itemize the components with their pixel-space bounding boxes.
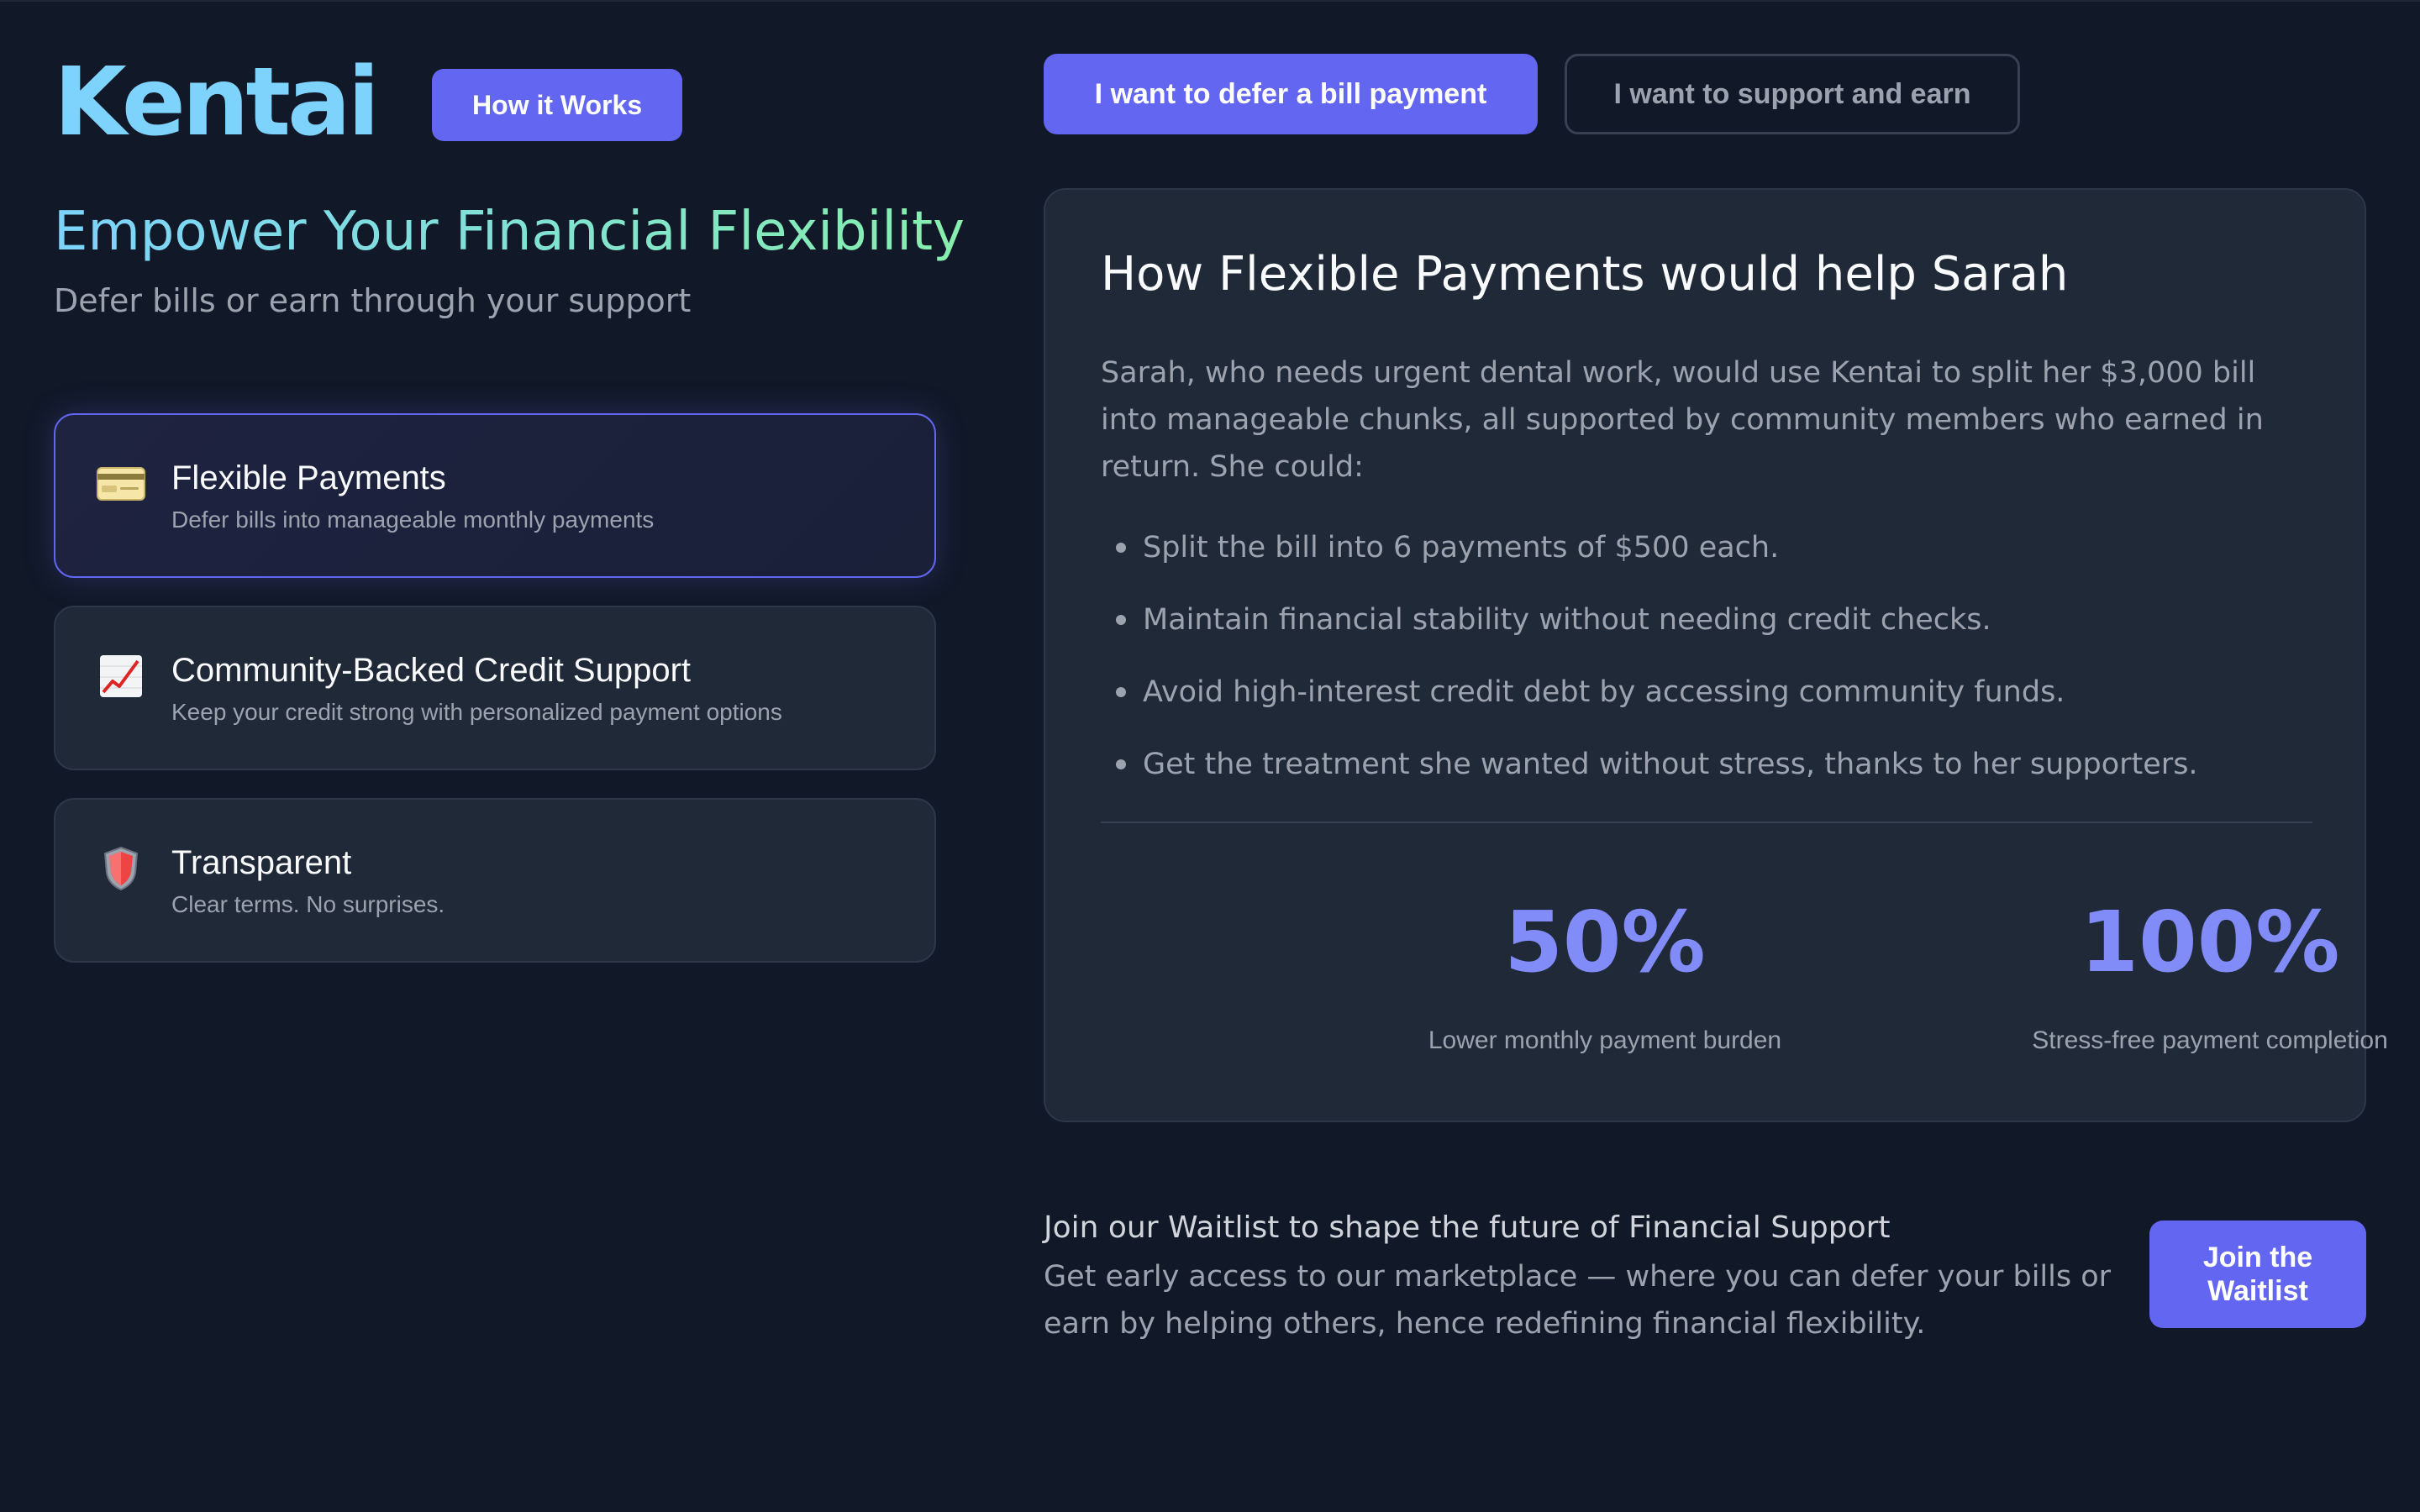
waitlist-section: Join our Waitlist to shape the future of… <box>1044 1206 2128 1347</box>
bullet-icon <box>1116 759 1126 769</box>
bullet-icon <box>1116 687 1126 697</box>
tab-support-earn[interactable]: I want to support and earn <box>1565 54 2020 134</box>
bullet-text: Avoid high-interest credit debt by acces… <box>1143 675 2065 709</box>
feature-title: Transparent <box>171 844 352 881</box>
logo[interactable]: Kentai <box>54 55 380 150</box>
chart-increasing-icon <box>96 651 146 701</box>
feature-title: Community-Backed Credit Support <box>171 652 692 689</box>
list-item: Avoid high-interest credit debt by acces… <box>1101 669 2319 741</box>
credit-card-icon <box>96 459 146 509</box>
shield-icon <box>96 843 146 894</box>
feature-description: Clear terms. No surprises. <box>171 891 445 917</box>
bullet-icon <box>1116 615 1126 625</box>
stat-label: Lower monthly payment burden <box>1428 1026 1782 1054</box>
stat-value: 50% <box>1504 893 1706 991</box>
bullet-text: Get the treatment she wanted without str… <box>1143 748 2198 781</box>
hero-subtitle: Defer bills or earn through your support <box>54 282 692 319</box>
waitlist-title: Join our Waitlist to shape the future of… <box>1044 1210 1891 1245</box>
bullet-text: Split the bill into 6 payments of $500 e… <box>1143 531 1780 564</box>
list-item: Get the treatment she wanted without str… <box>1101 741 2319 813</box>
stat-payment-completion: 100% Stress-free payment completion <box>1975 892 2420 1055</box>
hero-title: Empower Your Financial Flexibility <box>54 198 965 265</box>
list-item: Split the bill into 6 payments of $500 e… <box>1101 524 2319 596</box>
divider <box>1101 822 2312 823</box>
brand-row: Kentai How it Works <box>54 52 683 153</box>
top-border <box>0 0 2420 2</box>
waitlist-description: Get early access to our marketplace — wh… <box>1044 1260 2112 1341</box>
tab-defer-bill[interactable]: I want to defer a bill payment <box>1044 54 1538 134</box>
how-it-works-button[interactable]: How it Works <box>432 69 683 141</box>
stat-value: 100% <box>2080 893 2340 991</box>
story-title: How Flexible Payments would help Sarah <box>1101 247 2069 302</box>
join-waitlist-button[interactable]: Join the Waitlist <box>2149 1221 2366 1328</box>
feature-card-community-credit[interactable]: Community-Backed Credit Support Keep you… <box>54 606 936 770</box>
stat-label: Stress-free payment completion <box>2032 1026 2388 1054</box>
feature-description: Defer bills into manageable monthly paym… <box>171 507 655 533</box>
feature-description: Keep your credit strong with personalize… <box>171 699 782 725</box>
bullet-text: Maintain financial stability without nee… <box>1143 603 1991 637</box>
bullet-icon <box>1116 543 1126 553</box>
story-card: How Flexible Payments would help Sarah S… <box>1044 188 2388 1122</box>
story-body: Sarah, who needs urgent dental work, wou… <box>1101 356 2264 484</box>
stat-payment-burden: 50% Lower monthly payment burden <box>1370 892 1840 1055</box>
feature-card-flexible-payments[interactable]: Flexible Payments Defer bills into manag… <box>54 413 936 578</box>
feature-title: Flexible Payments <box>171 459 446 496</box>
story-bullets: Split the bill into 6 payments of $500 e… <box>1101 524 2319 813</box>
list-item: Maintain financial stability without nee… <box>1101 596 2319 669</box>
feature-card-transparent[interactable]: Transparent Clear terms. No surprises. <box>54 798 936 963</box>
